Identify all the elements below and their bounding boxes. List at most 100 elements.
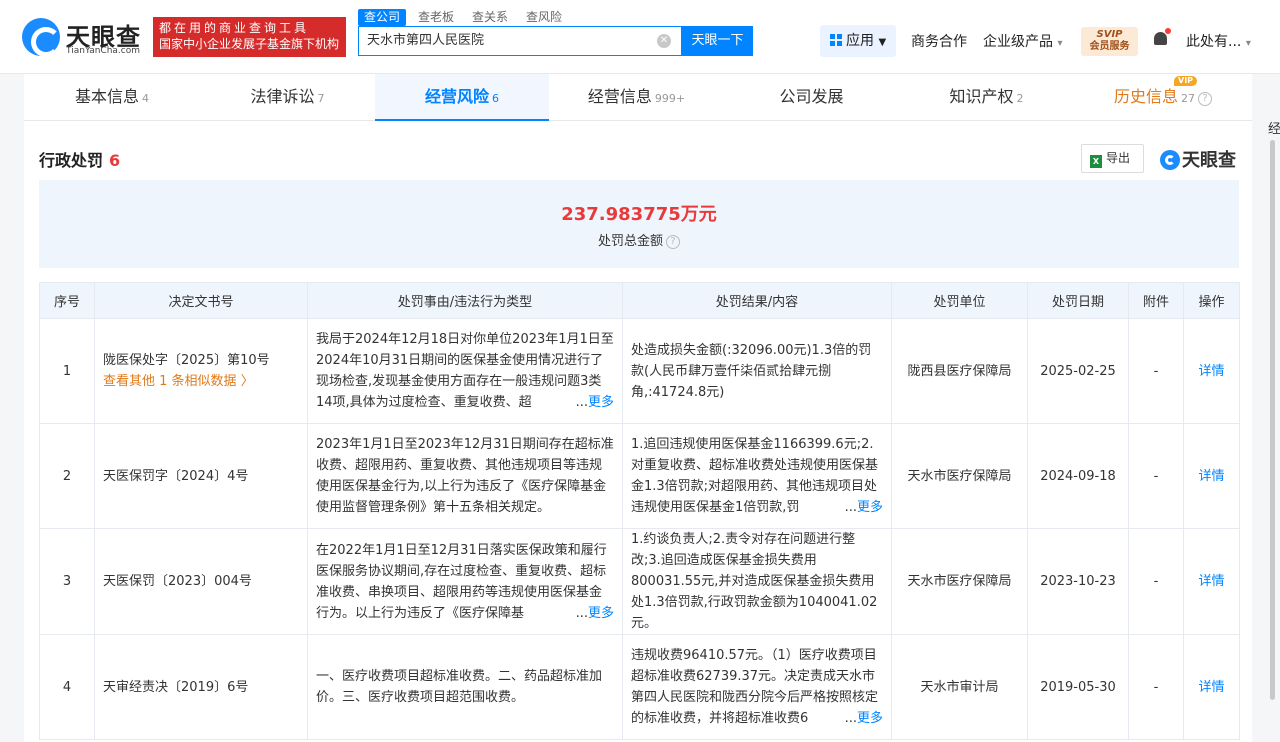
more-label: 更多 — [587, 605, 614, 621]
col-header-date: 处罚日期 — [1027, 282, 1129, 319]
penalty-summary: 237.983775万元 处罚总金额? — [39, 180, 1239, 268]
notification-bell-icon[interactable] — [1153, 28, 1171, 48]
section-title-text: 行政处罚 — [39, 151, 104, 170]
more-link[interactable]: ...更多 — [559, 602, 614, 624]
total-label: 处罚总金额? — [39, 230, 1239, 249]
row-unit: 天水市医疗保障局 — [891, 423, 1028, 529]
tab-business-info[interactable]: 经营信息 999+ — [549, 74, 724, 121]
tab-business-risk[interactable]: 经营风险 6 — [375, 74, 549, 121]
help-icon[interactable]: ? — [1198, 92, 1212, 106]
logo-site: TianYanCha.com — [66, 46, 141, 56]
detail-link[interactable]: 详情 — [1183, 423, 1240, 529]
enterprise-products-label: 企业级产品 — [983, 34, 1053, 50]
search-button[interactable]: 天眼一下 — [682, 26, 753, 56]
tab-count: 6 — [492, 92, 499, 105]
user-name: 此处有... — [1186, 34, 1242, 50]
svip-sub-label: 会员服务 — [1089, 41, 1130, 52]
app-menu-button[interactable]: 应用 ▼ — [820, 25, 896, 57]
row-date: 2024-09-18 — [1027, 423, 1129, 529]
tab-label: 经营风险 — [424, 87, 489, 106]
excel-icon: X — [1090, 155, 1102, 168]
business-cooperation-link[interactable]: 商务合作 — [911, 31, 967, 51]
row-doc: 天医保罚字〔2024〕4号 — [94, 423, 308, 529]
col-header-index: 序号 — [39, 282, 95, 319]
row-unit: 天水市医疗保障局 — [891, 528, 1028, 635]
side-panel-edge-text: 经 — [1268, 122, 1280, 137]
help-icon[interactable]: ? — [666, 235, 680, 249]
col-header-unit: 处罚单位 — [891, 282, 1028, 319]
tab-label: 法律诉讼 — [250, 87, 315, 106]
more-link[interactable]: ...更多 — [828, 708, 883, 729]
tab-count: 4 — [142, 92, 149, 105]
tianyancha-logo[interactable]: 天眼查 TianYanCha.com — [22, 17, 146, 57]
logo-icon — [1160, 150, 1180, 170]
table-row: 4 天审经责决〔2019〕6号 一、医疗收费项目超标准收费。二、药品超标准加价。… — [39, 634, 1240, 740]
more-link[interactable]: ...更多 — [559, 392, 614, 413]
search-tab-relation[interactable]: 查关系 — [466, 9, 514, 26]
search-tab-boss[interactable]: 查老板 — [412, 9, 460, 26]
row-reason: 我局于2024年12月18日对你单位2023年1月1日至2024年10月31日期… — [307, 318, 623, 424]
tab-label: 历史信息 — [1113, 87, 1178, 106]
table-row: 3 天医保罚〔2023〕004号 在2022年1月1日至12月31日落实医保政策… — [39, 528, 1240, 635]
scrollbar[interactable] — [1270, 140, 1275, 700]
chevron-down-icon: ▾ — [1245, 38, 1251, 49]
row-doc: 天医保罚〔2023〕004号 — [94, 528, 308, 635]
enterprise-products-menu[interactable]: 企业级产品 ▾ — [983, 31, 1062, 51]
col-header-reason: 处罚事由/违法行为类型 — [307, 282, 623, 319]
row-doc: 天审经责决〔2019〕6号 — [94, 634, 308, 740]
caret-down-icon: ▼ — [878, 37, 887, 48]
more-link[interactable]: ...更多 — [828, 497, 883, 518]
slogan-line-2: 国家中小企业发展子基金旗下机构 — [159, 37, 340, 51]
row-unit: 陇西县医疗保障局 — [891, 318, 1028, 424]
row-attachment: - — [1128, 318, 1184, 424]
logo-icon — [22, 18, 61, 57]
brand-name: 天眼查 — [1182, 150, 1236, 171]
section-title: 行政处罚 6 — [39, 147, 120, 171]
doc-number: 天医保罚字〔2024〕4号 — [103, 468, 249, 484]
tab-history-info[interactable]: 历史信息 27? — [1074, 74, 1252, 121]
company-tab-bar: 基本信息 4 法律诉讼 7 经营风险 6 经营信息 999+ 公司发展 知识产权 2 历史… — [24, 74, 1252, 121]
doc-number: 天医保罚〔2023〕004号 — [103, 574, 252, 589]
table-row: 1 陇医保处字〔2025〕第10号 查看其他 1 条相似数据 〉 我局于2024… — [39, 318, 1240, 424]
penalty-table: 序号 决定文书号 处罚事由/违法行为类型 处罚结果/内容 处罚单位 处罚日期 附… — [39, 282, 1240, 740]
row-index: 3 — [39, 528, 95, 635]
col-header-action: 操作 — [1183, 282, 1240, 319]
row-result: 1.追回违规使用医保基金1166399.6元;2.对重复收费、超标准收费处违规使… — [622, 423, 892, 529]
similar-data-link[interactable]: 查看其他 1 条相似数据 〉 — [103, 371, 299, 392]
more-label: 更多 — [856, 711, 883, 726]
row-date: 2023-10-23 — [1027, 528, 1129, 635]
total-amount: 237.983775万元 — [561, 204, 717, 225]
chevron-right-icon: 〉 — [240, 374, 254, 389]
detail-link[interactable]: 详情 — [1183, 318, 1240, 424]
row-reason: 一、医疗收费项目超标准收费。二、药品超标准加价。三、医疗收费项目超范围收费。 — [307, 634, 623, 740]
slogan-banner: 都在用的商业查询工具 国家中小企业发展子基金旗下机构 — [153, 17, 346, 57]
app-menu-label: 应用 — [846, 33, 874, 49]
clear-icon[interactable]: ✕ — [657, 34, 671, 48]
search-tab-risk[interactable]: 查风险 — [520, 9, 568, 26]
detail-link[interactable]: 详情 — [1183, 634, 1240, 740]
svip-member-button[interactable]: SVIP 会员服务 — [1081, 27, 1138, 56]
similar-data-text: 查看其他 1 条相似数据 — [103, 374, 237, 389]
tab-intellectual-property[interactable]: 知识产权 2 — [899, 74, 1074, 121]
detail-link[interactable]: 详情 — [1183, 528, 1240, 635]
col-header-result: 处罚结果/内容 — [622, 282, 892, 319]
tab-count: 27 — [1181, 92, 1195, 105]
row-date: 2019-05-30 — [1027, 634, 1129, 740]
tab-label: 基本信息 — [74, 87, 139, 106]
more-label: 更多 — [856, 500, 883, 515]
row-reason: 2023年1月1日至2023年12月31日期间存在超标准收费、超限用药、重复收费… — [307, 423, 623, 529]
tab-label: 公司发展 — [779, 87, 844, 106]
search-tab-company[interactable]: 查公司 — [358, 9, 407, 26]
tab-label: 知识产权 — [949, 87, 1014, 106]
row-result: 1.约谈负责人;2.责令对存在问题进行整改;3.追回造成医保基金损失费用8000… — [622, 528, 892, 635]
export-button[interactable]: X 导出 — [1081, 144, 1144, 173]
tab-company-development[interactable]: 公司发展 — [724, 74, 899, 121]
search-input[interactable]: 天水市第四人民医院 ✕ — [358, 26, 682, 56]
tab-legal[interactable]: 法律诉讼 7 — [200, 74, 375, 121]
tab-basic-info[interactable]: 基本信息 4 — [24, 74, 200, 121]
more-label: 更多 — [587, 395, 614, 410]
tab-label: 经营信息 — [587, 87, 652, 106]
col-header-doc: 决定文书号 — [94, 282, 308, 319]
svip-label: SVIP — [1096, 29, 1123, 40]
user-menu[interactable]: 此处有... ▾ — [1186, 31, 1251, 51]
